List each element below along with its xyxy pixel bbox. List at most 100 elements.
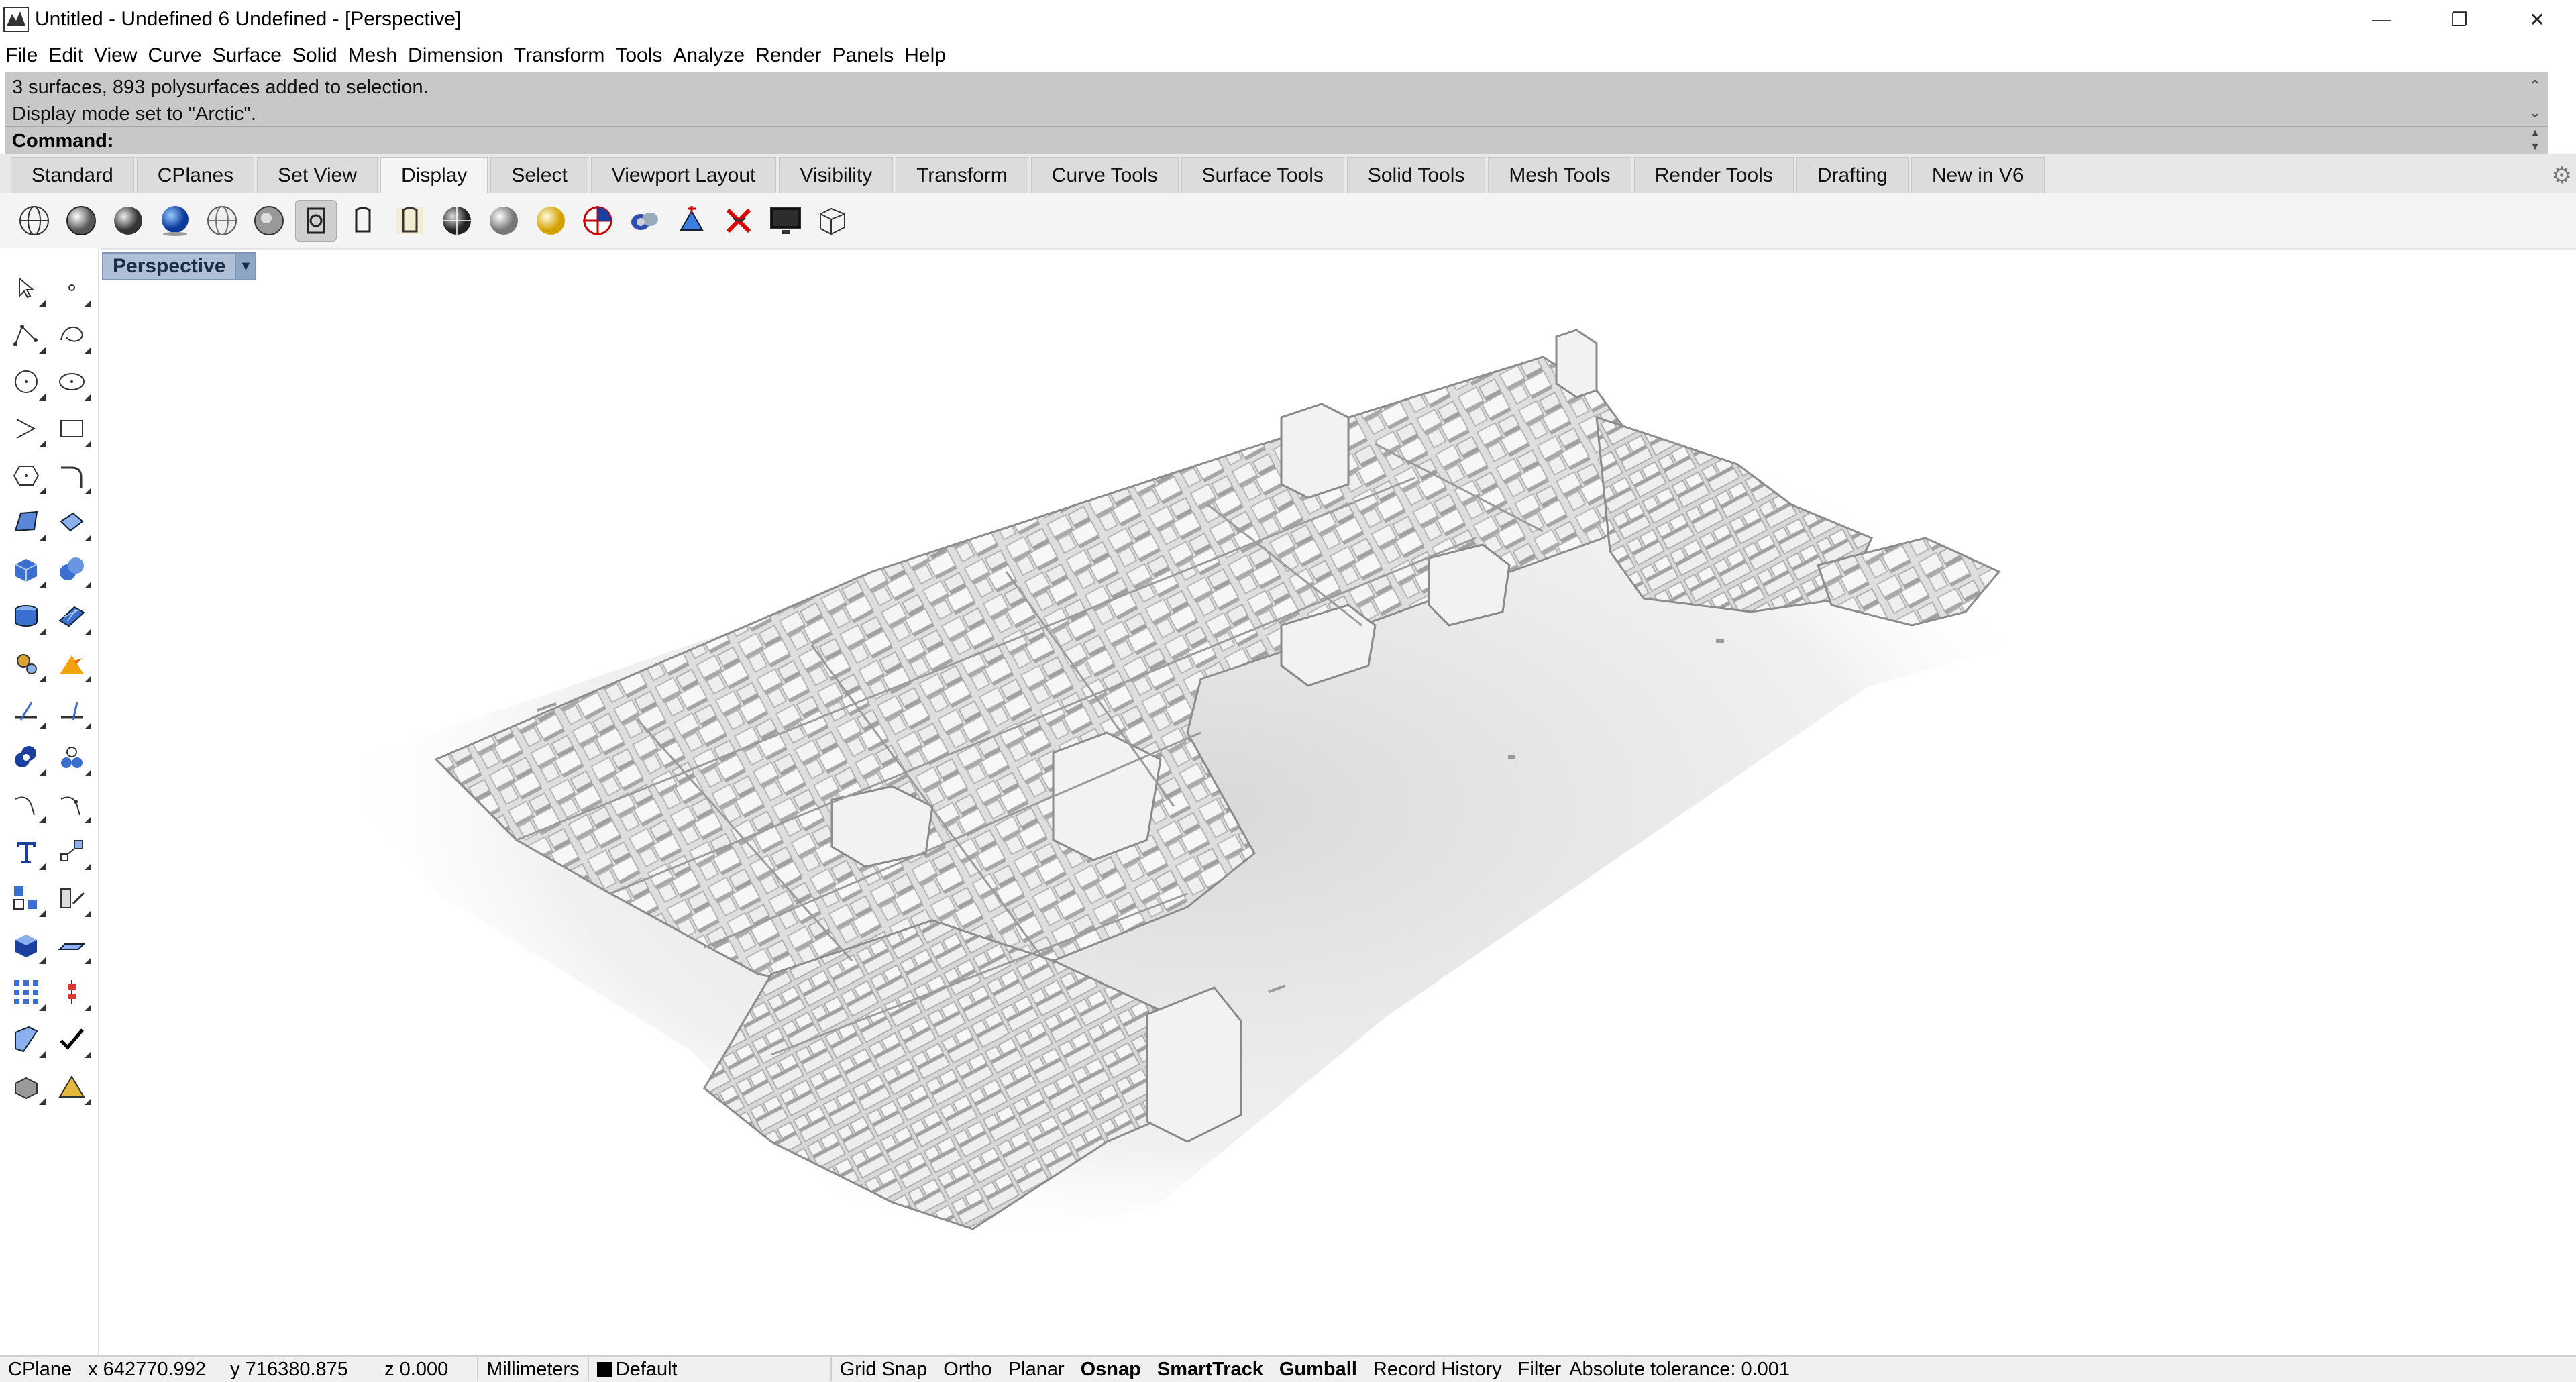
scroll-down-icon[interactable]: ⌄ [2529,99,2541,126]
trim-icon[interactable] [7,690,46,731]
gumball-toggle[interactable]: Gumball [1271,1359,1365,1381]
menu-dimension[interactable]: Dimension [408,44,503,67]
menu-analyze[interactable]: Analyze [673,44,745,67]
menu-file[interactable]: File [5,44,38,67]
spin-up-icon[interactable]: ▲ [2530,127,2540,140]
menu-render[interactable]: Render [755,44,821,67]
fillet-curve-icon[interactable] [52,456,91,496]
technical-icon[interactable] [295,200,337,242]
polyline-icon[interactable] [7,315,46,355]
solid-box-icon[interactable] [7,925,46,965]
explode-icon[interactable] [52,643,91,684]
boolean-split-icon[interactable] [52,737,91,778]
menu-help[interactable]: Help [904,44,946,67]
cylinder-icon[interactable] [7,596,46,637]
analyze-icon[interactable] [7,1019,46,1059]
ghosted-icon[interactable] [201,200,243,242]
arc-icon[interactable] [7,409,46,449]
command-line[interactable]: Command: ▲ ▼ [5,126,2548,154]
tab-set-view[interactable]: Set View [257,157,378,193]
render-light-icon[interactable] [52,1066,91,1106]
viewport-name[interactable]: Perspective [102,252,237,280]
city-model-render[interactable] [101,250,2576,1355]
light-sphere-icon[interactable] [530,200,572,242]
material-sphere-icon[interactable] [436,200,478,242]
tab-display[interactable]: Display [380,157,488,193]
close-button[interactable]: ✕ [2498,0,2576,39]
polygon-icon[interactable] [7,456,46,496]
mesh-plane-icon[interactable] [52,596,91,637]
surface-from-points-icon[interactable] [7,502,46,543]
tab-surface-tools[interactable]: Surface Tools [1181,157,1344,193]
osnap-toggle[interactable]: Osnap [1073,1359,1149,1381]
menu-surface[interactable]: Surface [213,44,282,67]
tab-curve-tools[interactable]: Curve Tools [1030,157,1179,193]
dimension-icon[interactable] [52,925,91,965]
filter-toggle[interactable]: Filter [1510,1359,1569,1381]
text-icon[interactable] [7,831,46,871]
rectangle-icon[interactable] [52,409,91,449]
tab-select[interactable]: Select [490,157,588,193]
perspective-viewport[interactable]: Perspective ▼ [101,248,2576,1355]
menu-solid[interactable]: Solid [292,44,337,67]
bounding-box-icon[interactable] [812,200,853,242]
gear-icon[interactable]: ⚙ [2552,162,2572,189]
tab-cplanes[interactable]: CPlanes [136,157,255,193]
command-history[interactable]: 3 surfaces, 893 polysurfaces added to se… [5,72,2548,126]
orient-icon[interactable] [52,878,91,918]
viewport-title[interactable]: Perspective ▼ [102,252,257,280]
tab-visibility[interactable]: Visibility [779,157,894,193]
record-history-toggle[interactable]: Record History [1365,1359,1510,1381]
boolean-union-icon[interactable] [7,737,46,778]
gumball-icon[interactable] [52,972,91,1012]
wireframe-icon[interactable] [13,200,55,242]
tab-render-tools[interactable]: Render Tools [1633,157,1794,193]
menu-transform[interactable]: Transform [514,44,605,67]
split-icon[interactable] [52,690,91,731]
curve-icon[interactable] [52,315,91,355]
tab-solid-tools[interactable]: Solid Tools [1346,157,1486,193]
zebra-icon[interactable] [577,200,619,242]
grid-array-icon[interactable] [7,972,46,1012]
sphere-icon[interactable] [52,549,91,590]
extrude-surface-icon[interactable] [52,502,91,543]
screen-icon[interactable] [765,200,806,242]
planar-toggle[interactable]: Planar [1000,1359,1073,1381]
tab-new-in-v6[interactable]: New in V6 [1911,157,2045,193]
menu-edit[interactable]: Edit [48,44,83,67]
box-icon[interactable] [7,549,46,590]
tab-drafting[interactable]: Drafting [1796,157,1909,193]
layer-selector[interactable]: Default [589,1359,830,1381]
restore-button[interactable]: ❐ [2420,0,2498,39]
menu-curve[interactable]: Curve [148,44,202,67]
grid-snap-toggle[interactable]: Grid Snap [832,1359,936,1381]
menu-mesh[interactable]: Mesh [348,44,397,67]
environment-map-icon[interactable] [624,200,665,242]
circle-icon[interactable] [7,362,46,402]
array-move-icon[interactable] [7,878,46,918]
viewport-menu-icon[interactable]: ▼ [236,252,257,280]
spin-down-icon[interactable]: ▼ [2530,140,2540,154]
menu-tools[interactable]: Tools [615,44,662,67]
artistic-icon[interactable] [389,200,431,242]
tab-transform[interactable]: Transform [896,157,1028,193]
smarttrack-toggle[interactable]: SmartTrack [1149,1359,1271,1381]
draft-angle-icon[interactable] [671,200,712,242]
menu-panels[interactable]: Panels [833,44,894,67]
ortho-toggle[interactable]: Ortho [935,1359,1000,1381]
gear-tool-icon[interactable] [7,643,46,684]
check-icon[interactable] [52,1019,91,1059]
scale-icon[interactable] [52,831,91,871]
curvature-icon[interactable] [718,200,759,242]
tab-standard[interactable]: Standard [11,157,134,193]
ellipse-icon[interactable] [52,362,91,402]
blend-curve-icon[interactable] [52,784,91,825]
units-label[interactable]: Millimeters [478,1359,588,1381]
pen-icon[interactable] [342,200,384,242]
curve-fillet-icon[interactable] [7,784,46,825]
shaded-icon[interactable] [60,200,102,242]
tab-mesh-tools[interactable]: Mesh Tools [1488,157,1631,193]
point-icon[interactable] [52,268,91,308]
select-arrow-icon[interactable] [7,268,46,308]
gray-sphere-icon[interactable] [483,200,525,242]
